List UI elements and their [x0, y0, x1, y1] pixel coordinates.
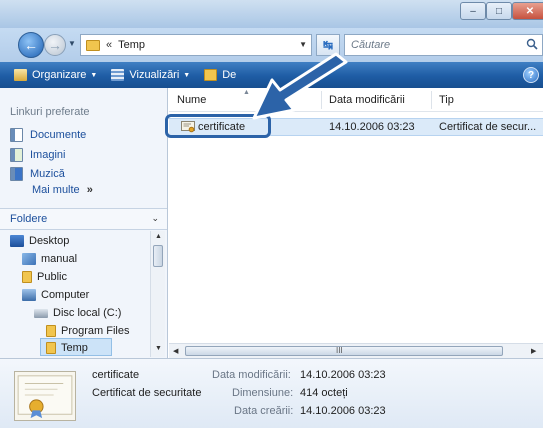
details-created-label: Data creării:: [234, 405, 294, 417]
tree-item-label: manual: [41, 253, 78, 265]
desktop-icon: [10, 235, 24, 247]
sidebar-item-label: Muzică: [30, 168, 65, 180]
folder-icon: [204, 69, 218, 81]
tree-item-label: Computer: [41, 289, 90, 301]
scroll-up-icon[interactable]: ▲: [155, 233, 162, 240]
folders-title: Foldere: [10, 213, 48, 225]
back-button[interactable]: ←: [18, 32, 44, 58]
organize-icon: [14, 69, 27, 81]
folders-header[interactable]: Foldere ⌄: [0, 208, 167, 230]
tree-item-desktop[interactable]: Desktop: [10, 233, 69, 249]
details-size-value: 414 octeți: [300, 387, 348, 399]
details-created-value: 14.10.2006 03:23: [300, 405, 386, 417]
chevron-double-right-icon: »: [86, 184, 93, 196]
forward-button[interactable]: →: [44, 34, 66, 56]
views-menu[interactable]: Vizualizări ▼: [111, 69, 190, 81]
details-pane: certificate Certificat de securitate Dat…: [0, 358, 543, 428]
sidebar-item-documents[interactable]: Documente: [10, 128, 86, 142]
folder-icon: [86, 39, 100, 51]
sidebar-item-music[interactable]: Muzică: [10, 167, 65, 181]
scroll-thumb[interactable]: III: [185, 346, 503, 356]
scroll-left-icon[interactable]: ◀: [173, 347, 178, 355]
details-file-name: certificate: [92, 369, 140, 381]
burn-label: De: [222, 69, 237, 81]
back-arrow-icon: ←: [24, 37, 38, 53]
column-type[interactable]: Tip: [439, 94, 454, 106]
tree-item-label: Program Files: [61, 325, 130, 337]
views-icon: [111, 69, 125, 81]
documents-icon: [10, 128, 23, 142]
tree-item-public[interactable]: Public: [22, 269, 67, 285]
scroll-right-icon[interactable]: ▶: [531, 347, 536, 355]
organize-menu[interactable]: Organizare ▼: [14, 69, 97, 81]
title-bar: – □ ✕: [0, 0, 543, 28]
more-links-label: Mai multe: [32, 184, 80, 196]
views-label: Vizualizări: [129, 69, 180, 81]
tree-item-label: Disc local (C:): [53, 307, 122, 319]
address-dropdown-icon[interactable]: ▼: [299, 40, 307, 49]
tree-item-manual[interactable]: manual: [22, 251, 77, 267]
favorite-links-title: Linkuri preferate: [10, 106, 90, 118]
sort-ascending-icon: ▲: [243, 89, 250, 96]
details-modified-label: Data modificării:: [212, 369, 291, 381]
folder-icon: [46, 325, 56, 337]
scroll-thumb[interactable]: [153, 245, 163, 267]
burn-menu[interactable]: De: [204, 69, 236, 81]
forward-arrow-icon: →: [48, 37, 62, 53]
breadcrumb-temp[interactable]: Temp: [118, 39, 145, 51]
chevron-down-icon[interactable]: ⌄: [151, 213, 159, 224]
details-file-type: Certificat de securitate: [92, 387, 202, 399]
callout-arrow-icon: [252, 52, 348, 120]
folder-icon: [22, 271, 32, 283]
tree-scrollbar[interactable]: ▲ ▼: [150, 231, 165, 357]
navigation-pane: Linkuri preferate Documente Imagini Muzi…: [0, 88, 168, 358]
maximize-button[interactable]: □: [486, 2, 512, 20]
minimize-button[interactable]: –: [460, 2, 486, 20]
sidebar-item-label: Documente: [30, 129, 87, 141]
refresh-icon: ↹: [322, 38, 334, 52]
organize-label: Organizare: [32, 69, 87, 81]
tree-item-program-files[interactable]: Program Files: [46, 323, 129, 339]
breadcrumb-overflow[interactable]: «: [106, 39, 112, 51]
more-links[interactable]: Mai multe »: [32, 184, 93, 196]
details-size-label: Dimensiune:: [232, 387, 294, 399]
computer-icon: [22, 289, 36, 301]
tree-item-local-disk[interactable]: Disc local (C:): [34, 305, 121, 321]
tree-item-label: Public: [37, 271, 67, 283]
tree-item-label: Desktop: [29, 235, 70, 247]
chevron-down-icon: ▼: [183, 71, 191, 79]
pictures-icon: [10, 148, 23, 162]
scroll-down-icon[interactable]: ▼: [155, 345, 162, 352]
column-divider[interactable]: [431, 91, 432, 109]
tree-item-computer[interactable]: Computer: [22, 287, 89, 303]
sidebar-item-pictures[interactable]: Imagini: [10, 148, 65, 162]
explorer-window: – □ ✕ ← → ▼ « Temp ▼ ↹ Căutare Organizar…: [0, 0, 543, 428]
user-folder-icon: [22, 253, 36, 265]
details-modified-value: 14.10.2006 03:23: [300, 369, 386, 381]
close-button[interactable]: ✕: [512, 2, 543, 20]
sidebar-item-label: Imagini: [30, 149, 66, 161]
horizontal-scrollbar[interactable]: ◀ III ▶: [169, 343, 543, 358]
search-placeholder: Căutare: [351, 39, 391, 51]
folder-icon: [46, 342, 56, 354]
search-icon[interactable]: [526, 38, 538, 50]
certificate-thumbnail-icon: [14, 371, 76, 421]
drive-icon: [34, 308, 48, 318]
column-name[interactable]: Nume: [177, 94, 206, 106]
file-type: Certificat de secur...: [439, 121, 537, 133]
search-input[interactable]: Căutare: [344, 34, 543, 56]
help-icon[interactable]: ?: [523, 67, 539, 83]
scroll-grip: III: [336, 346, 343, 355]
tree-item-label: Temp: [61, 342, 88, 354]
chevron-down-icon: ▼: [90, 71, 98, 79]
recent-pages-dropdown[interactable]: ▼: [68, 39, 76, 48]
music-icon: [10, 167, 23, 181]
column-header-row: ▲ Nume Data modificării Tip: [169, 88, 543, 112]
tree-item-temp[interactable]: Temp: [46, 340, 88, 356]
